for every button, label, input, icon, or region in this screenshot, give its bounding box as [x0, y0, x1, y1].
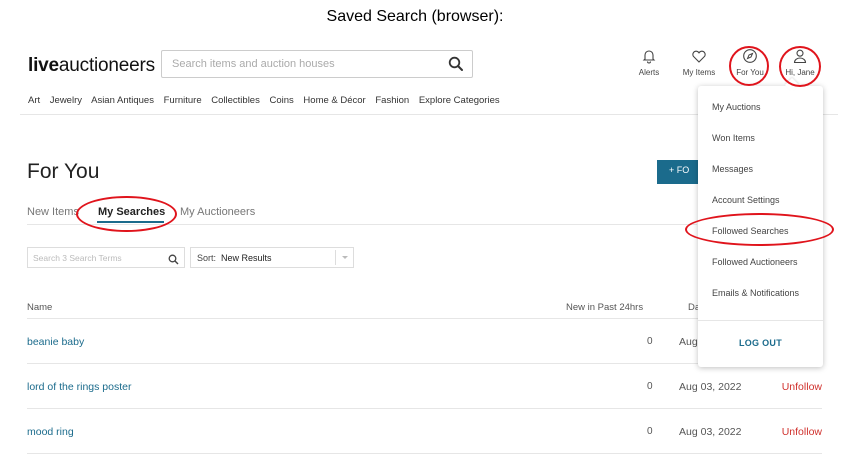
account-dropdown-menu: My Auctions Won Items Messages Account S… [698, 86, 823, 367]
menu-item-emails-notifications[interactable]: Emails & Notifications [712, 288, 799, 298]
new-count: 0 [647, 381, 653, 392]
nav-alerts[interactable]: Alerts [636, 48, 662, 77]
tabs-divider [27, 224, 697, 225]
follow-button[interactable]: + FO [657, 160, 702, 184]
nav-account-label: Hi, Jane [785, 68, 815, 77]
category-collectibles[interactable]: Collectibles [211, 95, 260, 106]
filter-search-icon[interactable] [168, 252, 179, 270]
new-count: 0 [647, 336, 653, 347]
category-home-decor[interactable]: Home & Décor [303, 95, 365, 106]
active-tab-indicator [97, 221, 164, 223]
search-terms-filter [27, 247, 185, 268]
menu-item-followed-auctioneers[interactable]: Followed Auctioneers [712, 257, 798, 267]
menu-item-won-items[interactable]: Won Items [712, 133, 755, 143]
menu-item-my-auctions[interactable]: My Auctions [712, 102, 761, 112]
search-input[interactable] [162, 51, 432, 77]
date-followed: Aug 03, 2022 [679, 381, 742, 393]
sort-select[interactable]: Sort: New Results [190, 247, 354, 268]
caption: Saved Search (browser): [326, 8, 504, 25]
heart-icon [692, 50, 706, 63]
date-followed: Aug 03, 2022 [679, 426, 742, 438]
search-terms-input[interactable] [28, 248, 164, 268]
tab-my-auctioneers[interactable]: My Auctioneers [180, 206, 255, 218]
chevron-down-icon [335, 250, 353, 265]
search-bar [161, 50, 473, 78]
column-header-new: New in Past 24hrs [566, 302, 644, 313]
category-art[interactable]: Art [28, 95, 40, 106]
tab-my-searches[interactable]: My Searches [98, 206, 165, 218]
unfollow-button[interactable]: Unfollow [782, 426, 822, 438]
bell-icon [642, 50, 656, 64]
menu-divider [698, 320, 823, 321]
menu-item-account-settings[interactable]: Account Settings [712, 195, 780, 205]
date-followed: Aug [679, 336, 698, 348]
nav-my-items-label: My Items [682, 68, 716, 77]
table-row: lord of the rings poster 0 Aug 03, 2022 … [27, 364, 822, 409]
tab-new-items[interactable]: New Items [27, 206, 79, 218]
logout-button[interactable]: LOG OUT [698, 338, 823, 348]
saved-search-link[interactable]: lord of the rings poster [27, 381, 131, 393]
logo-bold: live [28, 55, 59, 76]
saved-search-link[interactable]: mood ring [27, 426, 74, 438]
nav-my-items[interactable]: My Items [680, 48, 718, 77]
category-jewelry[interactable]: Jewelry [50, 95, 82, 106]
logo-rest: auctioneers [58, 55, 155, 76]
menu-item-followed-searches[interactable]: Followed Searches [712, 226, 789, 236]
category-furniture[interactable]: Furniture [164, 95, 202, 106]
nav-for-you-label: For You [736, 68, 764, 77]
compass-icon [743, 49, 757, 63]
nav-alerts-label: Alerts [638, 68, 660, 77]
sort-value: New Results [221, 253, 272, 263]
category-asian-antiques[interactable]: Asian Antiques [91, 95, 154, 106]
column-header-name: Name [27, 302, 53, 313]
saved-search-link[interactable]: beanie baby [27, 336, 84, 348]
category-coins[interactable]: Coins [269, 95, 293, 106]
site-logo[interactable]: liveauctioneers [28, 55, 155, 77]
page-title: For You [27, 160, 100, 183]
sort-label: Sort: [197, 253, 217, 263]
category-fashion[interactable]: Fashion [375, 95, 409, 106]
new-count: 0 [647, 426, 653, 437]
category-nav: Art Jewelry Asian Antiques Furniture Col… [28, 95, 507, 106]
nav-account[interactable]: Hi, Jane [783, 48, 817, 77]
user-icon [793, 49, 807, 64]
table-row: mood ring 0 Aug 03, 2022 Unfollow [27, 409, 822, 454]
category-explore[interactable]: Explore Categories [419, 95, 500, 106]
menu-item-messages[interactable]: Messages [712, 164, 753, 174]
nav-for-you[interactable]: For You [732, 48, 768, 77]
search-icon[interactable] [448, 56, 464, 72]
unfollow-button[interactable]: Unfollow [782, 381, 822, 393]
